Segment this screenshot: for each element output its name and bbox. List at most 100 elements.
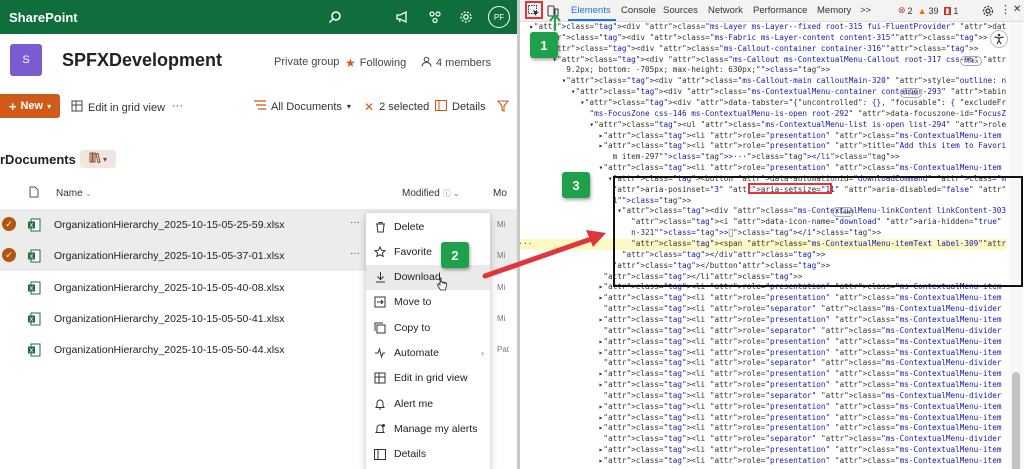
edit-grid-button[interactable]: Edit in grid view	[71, 100, 165, 115]
code-line[interactable]: ▸"attr">class="tag"><li "attr">role="pre…	[520, 348, 1006, 359]
code-line[interactable]: ▸"attr">class="tag"><li "attr">role="pre…	[520, 413, 1006, 424]
search-icon[interactable]	[326, 8, 344, 26]
site-name[interactable]: SPFXDevelopment	[62, 50, 222, 71]
menu-item-copy-to[interactable]: Copy to	[366, 315, 490, 340]
tab-sources[interactable]: Sources	[663, 5, 698, 16]
file-name[interactable]: OrganizationHierarchy_2025-10-15-05-40-0…	[54, 282, 285, 294]
check-icon[interactable]: ✓	[2, 217, 16, 231]
code-line[interactable]: "attr">class="tag"><li "attr">role="sepa…	[520, 358, 1006, 369]
code-line[interactable]: ▸"attr">class="tag"><li "attr">role="pre…	[520, 369, 1006, 380]
flex-badge[interactable]: flex	[900, 88, 922, 99]
code-line[interactable]: ▸"attr">class="tag"><li "attr">role="pre…	[520, 402, 1006, 413]
code-line[interactable]: ▸"attr">class="tag"><li "attr">role="pre…	[520, 337, 1006, 348]
code-line[interactable]: "attr">class="tag"><li "attr">role="sepa…	[520, 304, 1006, 315]
code-line[interactable]: m item-297"">class="tag">>···">class="ta…	[520, 152, 1006, 163]
code-line[interactable]: "ms-FocusZone css-146 ms-ContextualMenu-…	[520, 109, 1006, 120]
filter-icon[interactable]	[497, 100, 509, 112]
more-tabs-button[interactable]: >>	[860, 5, 871, 16]
code-line[interactable]: ▾"attr">class="tag"><div "attr">data-tab…	[520, 98, 1006, 109]
library-title[interactable]: rDocuments	[0, 152, 76, 167]
settings-gear-icon[interactable]	[982, 4, 994, 22]
file-type-icon[interactable]	[29, 186, 39, 201]
code-line[interactable]: ▸"attr">class="tag"><li "attr">role="pre…	[520, 315, 1006, 326]
menu-item-edit-in-grid-view[interactable]: Edit in grid view	[366, 366, 490, 391]
code-line[interactable]: ▸"attr">class="tag"><li "attr">role="pre…	[520, 131, 1006, 142]
code-line[interactable]: ▾"attr">class="tag"><ul "attr">class="ms…	[520, 120, 1006, 131]
tab-network[interactable]: Network	[708, 5, 743, 16]
new-label: New	[20, 100, 44, 112]
library-view-switcher[interactable]: ▾	[80, 150, 116, 168]
close-devtools-icon[interactable]: ✕	[1013, 4, 1021, 15]
modified-by-cell: Pat	[497, 345, 510, 355]
callout-badge-1: 1	[530, 32, 558, 58]
code-line-text: ▸"attr">class="tag"><li "attr">role="pre…	[520, 336, 1002, 346]
tab-memory[interactable]: Memory	[817, 5, 851, 16]
menu-item-move-to[interactable]: Move to	[366, 290, 490, 315]
tab-performance[interactable]: Performance	[753, 5, 807, 16]
scrollbar-thumb[interactable]	[1012, 372, 1020, 469]
file-name[interactable]: OrganizationHierarchy_2025-10-15-05-50-4…	[54, 344, 285, 356]
avatar[interactable]: PF	[488, 6, 510, 28]
menu-item-manage-my-alerts[interactable]: Manage my alerts	[366, 416, 490, 441]
site-logo[interactable]: S	[10, 44, 42, 76]
check-icon[interactable]: ✓	[2, 248, 16, 263]
menu-item-download[interactable]: Download	[366, 264, 490, 290]
app-title[interactable]: SharePoint	[9, 10, 78, 25]
code-line[interactable]: ▸"attr">class="tag"><li "attr">role="pre…	[520, 380, 1006, 391]
code-line[interactable]: ▸"attr">class="tag"><li "attr">role="pre…	[520, 293, 1006, 304]
code-line[interactable]: ▾"attr">class="tag"><li "attr">role="pre…	[520, 163, 1006, 174]
menu-item-delete[interactable]: Delete	[366, 214, 490, 239]
code-line[interactable]: ▾"attr">class="tag"><div "attr">class="m…	[520, 55, 1006, 66]
column-modified-by[interactable]: Mo	[493, 188, 507, 199]
selection-count[interactable]: ✕ 2 selected	[364, 100, 429, 114]
column-modified-label: Modified	[402, 188, 440, 199]
code-line[interactable]: ▾"attr">class="tag"><div "attr">class="m…	[520, 76, 1006, 87]
new-button[interactable]: + New ▾	[0, 94, 60, 118]
row-more-button[interactable]: ···	[350, 217, 360, 228]
code-line[interactable]: ▾"attr">class="tag"><div "attr">class="m…	[520, 87, 1006, 99]
code-line-text: ▸"attr">class="tag"><li "attr">role="pre…	[520, 401, 1002, 411]
flex-badge[interactable]: flex	[960, 55, 982, 66]
code-line[interactable]: ▾"attr">class="tag"><div "attr">class="m…	[520, 33, 1006, 44]
menu-item-alert-me[interactable]: Alert me	[366, 391, 490, 416]
kebab-menu-icon[interactable]: ⋮	[1000, 3, 1011, 16]
code-line[interactable]: ▸"attr">class="tag"><li "attr">role="pre…	[520, 423, 1006, 434]
members-button[interactable]: 4 members	[421, 56, 491, 70]
code-line[interactable]: ▸"attr">class="tag"><li "attr">role="pre…	[520, 141, 1006, 152]
file-name[interactable]: OrganizationHierarchy_2025-10-15-05-37-0…	[54, 250, 285, 262]
tab-console[interactable]: Console	[621, 5, 656, 16]
file-name[interactable]: OrganizationHierarchy_2025-10-15-05-50-4…	[54, 313, 285, 325]
column-name[interactable]: Name ⌄	[56, 188, 91, 199]
details-panel-icon	[435, 100, 447, 114]
code-line[interactable]: "attr">class="tag"><li "attr">role="sepa…	[520, 434, 1006, 445]
code-line[interactable]: ▸"attr">class="tag"><div "attr">class="m…	[520, 22, 1006, 33]
library-books-icon	[89, 150, 101, 168]
chevron-down-icon: ⌄	[85, 191, 92, 198]
file-name[interactable]: OrganizationHierarchy_2025-10-15-05-25-5…	[54, 219, 285, 231]
error-counter[interactable]: ⊗ 2 ▲ 39 ▮ 1	[898, 5, 958, 16]
view-selector[interactable]: All Documents ▾	[254, 100, 351, 113]
megaphone-icon[interactable]	[393, 8, 411, 26]
code-line[interactable]: ▸"attr">class="tag"><li "attr">role="pre…	[520, 445, 1006, 456]
menu-item-details[interactable]: Details	[366, 442, 490, 467]
code-line-text: ▸"attr">class="tag"><li "attr">role="pre…	[520, 130, 1002, 140]
code-line[interactable]: ▾"attr">class="tag"><div "attr">class="m…	[520, 44, 1006, 55]
code-line[interactable]: "attr">class="tag"><li "attr">role="sepa…	[520, 326, 1006, 337]
code-line[interactable]: ▸"attr">class="tag"><li "attr">role="pre…	[520, 456, 1006, 467]
code-line-text: ▸"attr">class="tag"><li "attr">role="pre…	[520, 412, 1002, 422]
code-line[interactable]: 9.2px; bottom: -705px; max-height: 630px…	[520, 65, 1006, 76]
tab-elements[interactable]: Elements	[571, 5, 611, 16]
menu-item-favorite[interactable]: Favorite	[366, 239, 490, 264]
share-network-icon[interactable]	[426, 8, 444, 26]
following-button[interactable]: ★ Following	[345, 56, 406, 70]
row-more-button[interactable]: ···	[350, 248, 360, 259]
code-line[interactable]: "attr">class="tag"><li "attr">role="sepa…	[520, 391, 1006, 402]
excel-file-icon: X	[28, 249, 41, 263]
menu-item-automate[interactable]: Automate ›	[366, 341, 490, 366]
details-button[interactable]: Details	[435, 100, 486, 114]
column-modified[interactable]: Modified ⓘ ⌄	[402, 188, 460, 199]
context-menu: Delete Favorite Download Move to Copy to Auto…	[366, 213, 490, 469]
accessibility-icon[interactable]	[990, 30, 1008, 48]
gear-icon[interactable]	[457, 8, 475, 26]
more-commands-button[interactable]: ···	[172, 100, 183, 112]
